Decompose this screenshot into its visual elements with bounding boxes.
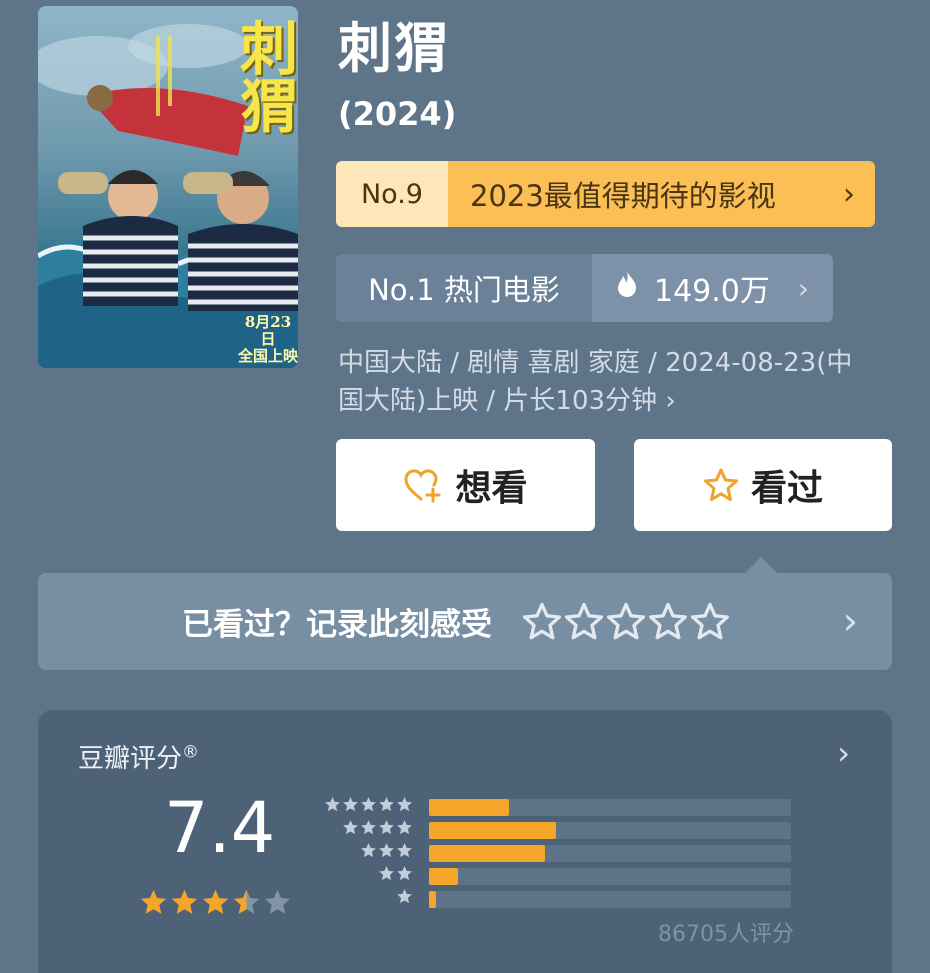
chevron-right-icon: › xyxy=(842,599,858,643)
distribution-star-icon xyxy=(361,843,376,858)
rating-title: 豆瓣评分® xyxy=(78,738,199,775)
fire-icon xyxy=(616,270,638,306)
movie-detail-page: 刺猬 8月23日 全国上映 刺猬 (2024) No.9 2023最值得期待的影… xyxy=(0,0,930,973)
distribution-bar-track xyxy=(429,891,791,908)
distribution-star-icon xyxy=(379,866,394,881)
watched-button[interactable]: 看过 xyxy=(634,439,892,531)
watched-label: 看过 xyxy=(750,468,823,509)
distribution-star-icon xyxy=(343,820,358,835)
distribution-bar-track xyxy=(429,845,791,862)
rate-stars[interactable] xyxy=(522,602,730,642)
rating-score: 7.4 xyxy=(164,787,276,869)
douban-rating-card[interactable]: 豆瓣评分® › 7.4 86705人评分 xyxy=(38,710,892,973)
movie-info[interactable]: 中国大陆 / 剧情 喜剧 家庭 / 2024-08-23(中国大陆)上映 / 片… xyxy=(338,344,878,420)
distribution-row-1-star xyxy=(326,888,826,910)
rating-title-text: 豆瓣评分 xyxy=(78,744,183,774)
distribution-bar-track xyxy=(429,799,791,816)
distribution-bar-fill xyxy=(429,799,509,816)
distribution-star-icon xyxy=(397,797,412,812)
poster-title: 刺猬 xyxy=(230,18,298,134)
distribution-bar-track xyxy=(429,822,791,839)
chevron-right-icon: › xyxy=(823,161,875,227)
movie-title: 刺猬 xyxy=(338,17,450,80)
movie-poster[interactable]: 刺猬 8月23日 全国上映 xyxy=(38,6,298,368)
poster-release-note: 全国上映 xyxy=(238,347,298,365)
movie-info-text: 中国大陆 / 剧情 喜剧 家庭 / 2024-08-23(中国大陆)上映 / 片… xyxy=(338,348,853,416)
distribution-star-icon xyxy=(343,797,358,812)
distribution-bar-fill xyxy=(429,822,556,839)
record-feeling-panel[interactable]: 已看过？记录此刻感受 › xyxy=(38,573,892,670)
poster-release: 8月23日 全国上映 xyxy=(238,314,298,365)
hot-score: 149.0万 › xyxy=(592,254,833,322)
rating-stars xyxy=(139,888,292,917)
distribution-row-5-star xyxy=(325,796,826,818)
star-outline-icon xyxy=(703,468,739,502)
heart-plus-icon xyxy=(403,467,443,503)
rating-star-icon xyxy=(264,889,291,914)
distribution-star-icon xyxy=(397,866,412,881)
distribution-star-icon xyxy=(397,820,412,835)
rate-star-icon[interactable] xyxy=(648,602,688,642)
hot-movie-banner[interactable]: No.1 热门电影 149.0万 › xyxy=(336,254,833,322)
record-panel-pointer xyxy=(745,557,777,573)
chevron-right-icon: › xyxy=(797,271,809,305)
distribution-star-icon xyxy=(361,820,376,835)
want-to-watch-label: 想看 xyxy=(455,468,528,509)
poster-release-date: 8月23日 xyxy=(244,313,292,348)
rating-star-icon xyxy=(140,889,167,914)
distribution-bar-fill xyxy=(429,845,545,862)
distribution-star-icon xyxy=(397,843,412,858)
ranking-number: No.9 xyxy=(336,161,448,227)
rate-star-icon[interactable] xyxy=(606,602,646,642)
rate-star-icon[interactable] xyxy=(690,602,730,642)
registered-mark: ® xyxy=(182,742,200,763)
distribution-star-icon xyxy=(379,797,394,812)
distribution-star-icon xyxy=(379,820,394,835)
chevron-right-icon: › xyxy=(837,734,850,772)
distribution-star-icon xyxy=(379,843,394,858)
want-to-watch-button[interactable]: 想看 xyxy=(336,439,595,531)
distribution-bar-fill xyxy=(429,868,458,885)
distribution-star-icon xyxy=(325,797,340,812)
rate-star-icon[interactable] xyxy=(564,602,604,642)
movie-year: (2024) xyxy=(338,95,457,133)
rating-count: 86705人评分 xyxy=(658,922,794,947)
ranking-banner[interactable]: No.9 2023最值得期待的影视 › xyxy=(336,161,875,227)
rating-star-icon xyxy=(233,889,260,914)
rating-star-icon xyxy=(171,889,198,914)
distribution-row-2-star xyxy=(326,865,826,887)
distribution-row-3-star xyxy=(326,842,826,864)
ranking-list-name: 2023最值得期待的影视 xyxy=(448,161,823,227)
rate-star-icon[interactable] xyxy=(522,602,562,642)
chevron-right-icon: › xyxy=(665,386,676,416)
distribution-star-icon xyxy=(361,797,376,812)
record-prompt: 已看过？记录此刻感受 xyxy=(182,607,492,643)
distribution-row-4-star xyxy=(326,819,826,841)
hot-rank-label: No.1 热门电影 xyxy=(336,254,592,322)
distribution-star-icon xyxy=(397,889,412,904)
distribution-bar-fill xyxy=(429,891,437,908)
distribution-bar-track xyxy=(429,868,791,885)
rating-star-icon xyxy=(202,889,229,914)
hot-score-value: 149.0万 xyxy=(654,274,770,309)
